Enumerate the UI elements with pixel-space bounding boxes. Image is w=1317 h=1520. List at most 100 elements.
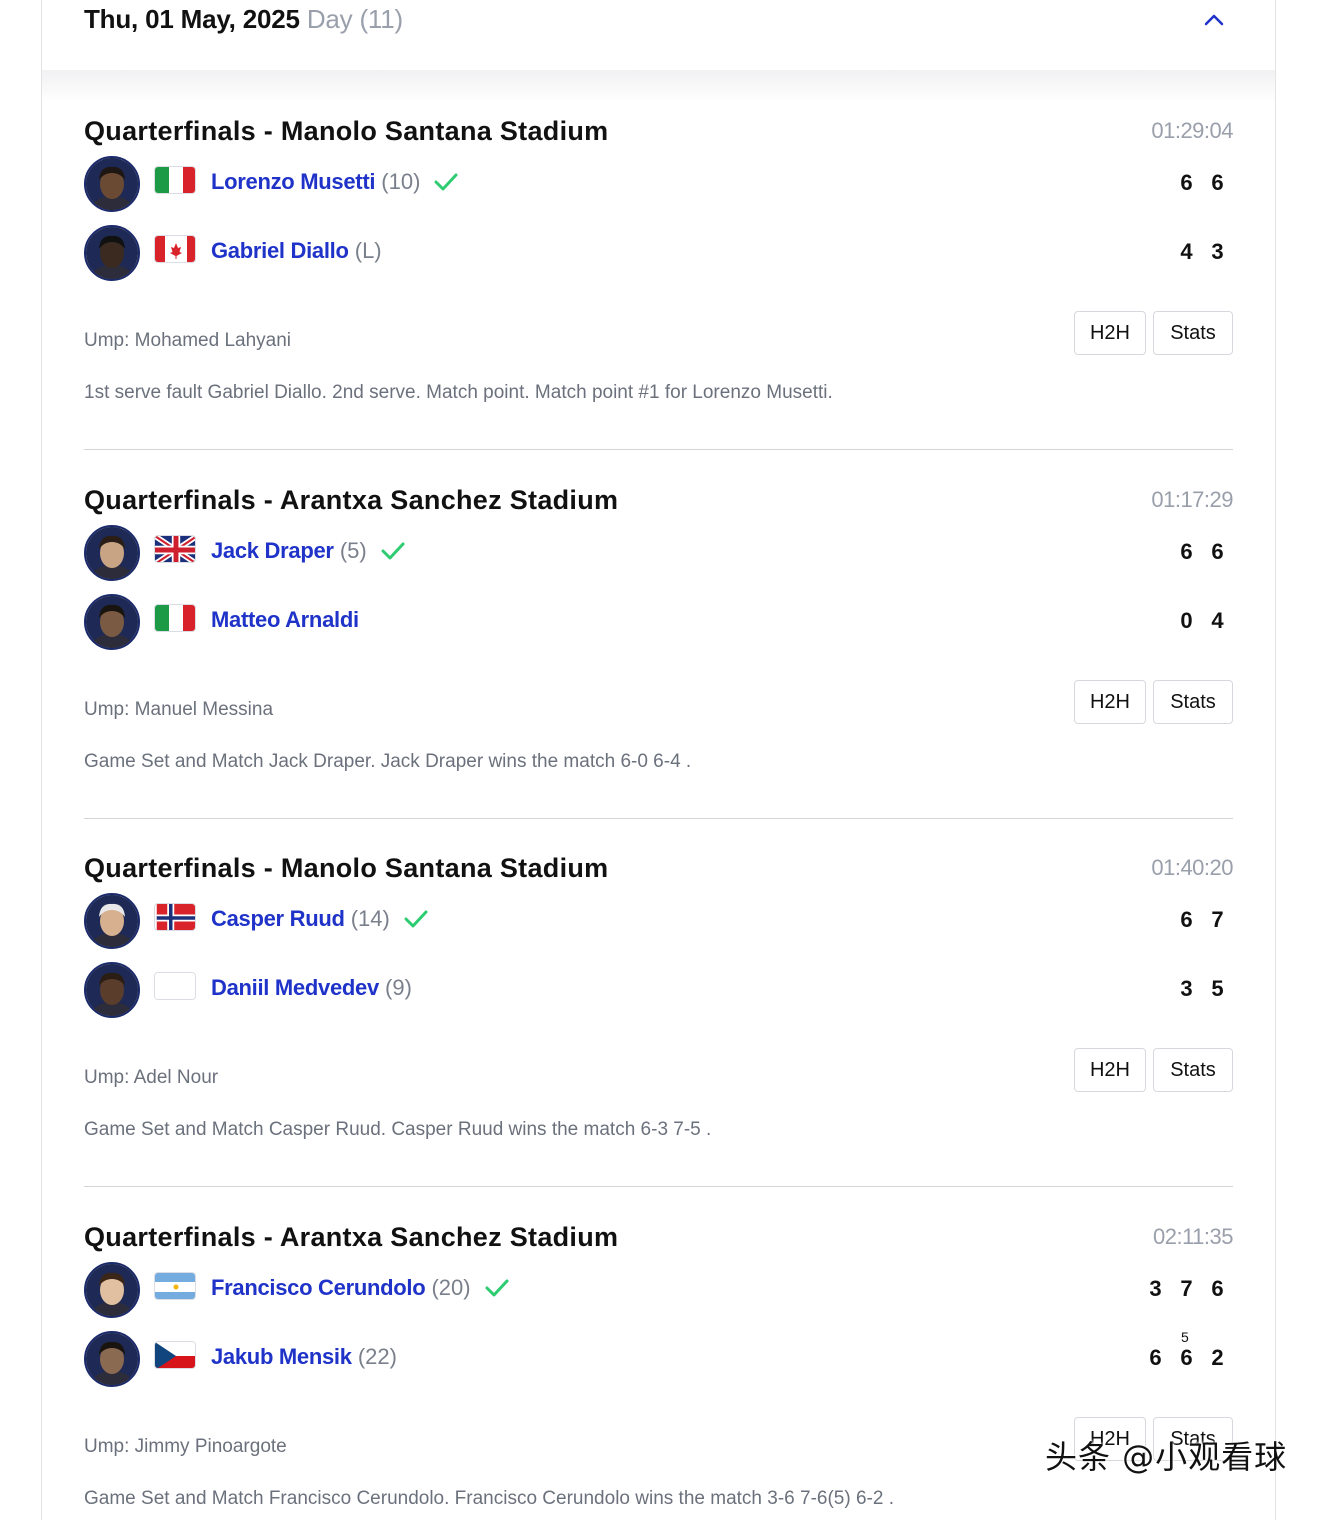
set-scores: 66 (1171, 170, 1233, 196)
set-score: 5 (1211, 976, 1224, 1001)
player-row: Lorenzo Musetti (10) 6 6 (84, 156, 1233, 212)
set-score: 7 (1211, 907, 1224, 932)
player-avatar[interactable] (84, 1262, 140, 1318)
player-avatar[interactable] (84, 225, 140, 281)
player-name-link[interactable]: Gabriel Diallo (211, 238, 349, 263)
italy-flag (154, 166, 196, 194)
player-name-link[interactable]: Francisco Cerundolo (211, 1275, 426, 1300)
match-title: Quarterfinals - Arantxa Sanchez Stadium (84, 1222, 619, 1252)
match-card: Quarterfinals - Manolo Santana Stadium 01… (84, 116, 1233, 484)
player-name-link[interactable]: Lorenzo Musetti (211, 169, 375, 194)
uk-flag (154, 535, 196, 563)
player-seed: (10) (381, 169, 421, 194)
player-name-line: Casper Ruud (14) (211, 906, 428, 932)
player-name-line: Matteo Arnaldi (211, 607, 359, 633)
set-score: 6 (1149, 1345, 1162, 1370)
h2h-button[interactable]: H2H (1074, 1048, 1146, 1092)
set-score: 3 (1149, 1276, 1162, 1301)
winner-check-icon (434, 173, 458, 191)
date-header[interactable]: Thu, 01 May, 2025 Day (11) (42, 0, 1275, 70)
player-seed: (22) (357, 1344, 397, 1369)
player-name-link[interactable]: Casper Ruud (211, 906, 345, 931)
set-score: 4 (1211, 608, 1224, 633)
player-row: Gabriel Diallo (L) 4 3 (84, 225, 1233, 281)
player-avatar[interactable] (84, 156, 140, 212)
player-name-line: Gabriel Diallo (L) (211, 238, 382, 264)
watermark: 头条 @小观看球 (1045, 1438, 1288, 1476)
set-score: 2 (1211, 1345, 1224, 1370)
player-avatar[interactable] (84, 525, 140, 581)
umpire-label: Ump: Mohamed Lahyani (84, 330, 291, 351)
stats-button[interactable]: Stats (1153, 1048, 1233, 1092)
canada-flag (154, 235, 196, 263)
player-avatar[interactable] (84, 962, 140, 1018)
set-score: 3 (1211, 239, 1224, 264)
umpire-label: Ump: Jimmy Pinoargote (84, 1436, 287, 1457)
player-row: Daniil Medvedev (9) 3 5 (84, 962, 1233, 1018)
player-seed: (L) (354, 238, 382, 263)
set-scores: 6 65 2 (1140, 1329, 1233, 1371)
stats-button[interactable]: Stats (1153, 311, 1233, 355)
match-divider (84, 818, 1233, 819)
player-seed: (5) (339, 538, 367, 563)
date-label: Thu, 01 May, 2025 (84, 4, 300, 34)
set-scores: 04 (1171, 608, 1233, 634)
h2h-button[interactable]: H2H (1074, 311, 1146, 355)
set-score: 3 (1180, 976, 1193, 1001)
set-scores: 376 (1140, 1276, 1233, 1302)
player-name-link[interactable]: Jakub Mensik (211, 1344, 352, 1369)
match-commentary: Game Set and Match Jack Draper. Jack Dra… (84, 751, 692, 772)
set-score: 6 (1211, 1276, 1224, 1301)
set-scores: 35 (1171, 976, 1233, 1002)
player-row: Matteo Arnaldi 0 4 (84, 594, 1233, 650)
results-panel: Thu, 01 May, 2025 Day (11) Quarterfinals… (41, 0, 1276, 1520)
set-score: 6 (1180, 170, 1193, 195)
player-row: Casper Ruud (14) 6 7 (84, 893, 1233, 949)
set-scores: 66 (1171, 539, 1233, 565)
stats-button[interactable]: Stats (1153, 680, 1233, 724)
match-card: Quarterfinals - Manolo Santana Stadium 01… (84, 853, 1233, 1221)
player-name-line: Lorenzo Musetti (10) (211, 169, 458, 195)
match-duration: 01:17:29 (1151, 487, 1233, 512)
player-name-link[interactable]: Matteo Arnaldi (211, 607, 359, 632)
player-name-link[interactable]: Jack Draper (211, 538, 334, 563)
tiebreak-score: 5 (1181, 1329, 1189, 1345)
match-title: Quarterfinals - Arantxa Sanchez Stadium (84, 485, 619, 515)
match-commentary: Game Set and Match Francisco Cerundolo. … (84, 1488, 894, 1509)
umpire-label: Ump: Manuel Messina (84, 699, 274, 720)
set-scores: 67 (1171, 907, 1233, 933)
day-label: Day (11) (306, 4, 403, 34)
set-score: 7 (1180, 1276, 1193, 1301)
player-avatar[interactable] (84, 594, 140, 650)
h2h-button[interactable]: H2H (1074, 680, 1146, 724)
player-row: Jack Draper (5) 6 6 (84, 525, 1233, 581)
set-score: 65 (1180, 1329, 1193, 1370)
player-row: Francisco Cerundolo (20) 3 7 6 (84, 1262, 1233, 1318)
date-title: Thu, 01 May, 2025 Day (11) (84, 4, 403, 35)
set-score: 6 (1211, 170, 1224, 195)
match-commentary: Game Set and Match Casper Ruud. Casper R… (84, 1119, 712, 1140)
player-name-line: Jack Draper (5) (211, 538, 405, 564)
player-seed: (9) (385, 975, 412, 1000)
player-name-line: Jakub Mensik (22) (211, 1344, 397, 1370)
set-score: 0 (1180, 608, 1193, 633)
player-name-link[interactable]: Daniil Medvedev (211, 975, 379, 1000)
winner-check-icon (381, 542, 405, 560)
match-divider (84, 449, 1233, 450)
player-avatar[interactable] (84, 1331, 140, 1387)
match-card: Quarterfinals - Arantxa Sanchez Stadium 0… (84, 485, 1233, 853)
match-divider (84, 1186, 1233, 1187)
set-score: 6 (1180, 539, 1193, 564)
blank-flag (154, 972, 196, 1000)
match-duration: 01:40:20 (1151, 855, 1233, 880)
match-title: Quarterfinals - Manolo Santana Stadium (84, 116, 609, 146)
umpire-label: Ump: Adel Nour (84, 1067, 219, 1088)
match-title: Quarterfinals - Manolo Santana Stadium (84, 853, 609, 883)
player-row: Jakub Mensik (22) 6 6 5 2 (84, 1329, 1233, 1387)
norway-flag (154, 903, 196, 931)
match-duration: 02:11:35 (1152, 1224, 1234, 1249)
player-name-line: Francisco Cerundolo (20) (211, 1275, 509, 1301)
player-avatar[interactable] (84, 893, 140, 949)
chevron-up-icon[interactable] (1202, 8, 1226, 32)
argentina-flag (154, 1272, 196, 1300)
